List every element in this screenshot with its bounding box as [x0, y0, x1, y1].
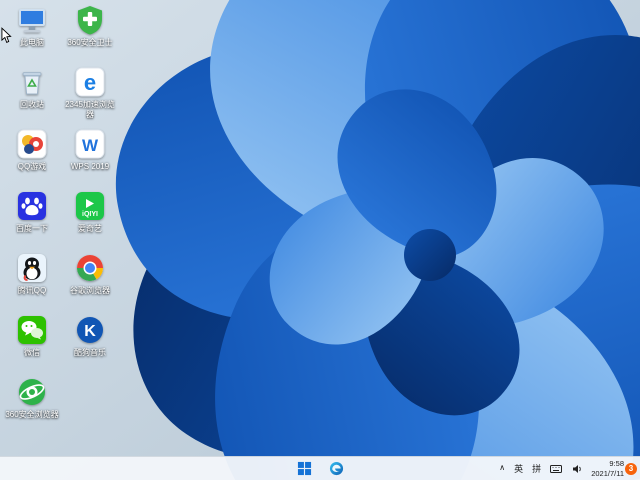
system-tray: ∧ 英 拼 9:58 2021/7/11	[498, 457, 624, 480]
desktop[interactable]: 此电脑 回收站 QQ游戏 百度一下 腾讯QQ 微信 360安全浏览器 360安全…	[0, 0, 640, 480]
desktop-icon-iqiyi[interactable]: iQIYI 爱奇艺	[62, 190, 118, 252]
desktop-icon-360-browser[interactable]: 360安全浏览器	[4, 376, 60, 438]
taskbar-center	[293, 457, 347, 480]
chrome-icon	[74, 252, 106, 284]
svg-text:K: K	[84, 323, 96, 340]
desktop-icon-2345-browser[interactable]: e 2345加速浏览器	[62, 66, 118, 128]
icon-label: 此电脑	[20, 38, 44, 47]
icon-label: 谷歌浏览器	[70, 286, 110, 295]
taskbar-clock[interactable]: 9:58 2021/7/11	[591, 459, 624, 479]
desktop-icon-wechat[interactable]: 微信	[4, 314, 60, 376]
icon-label: 腾讯QQ	[17, 286, 47, 295]
svg-text:W: W	[82, 136, 99, 155]
icon-label: QQ游戏	[17, 162, 47, 171]
svg-text:e: e	[84, 70, 96, 95]
desktop-icon-qq-games[interactable]: QQ游戏	[4, 128, 60, 190]
mouse-cursor	[1, 27, 12, 43]
edge-browser-button[interactable]	[325, 459, 347, 478]
keyboard-icon	[550, 464, 563, 473]
qq-games-icon	[16, 128, 48, 160]
icon-label: 百度一下	[16, 224, 48, 233]
2345-browser-icon: e	[74, 66, 106, 98]
clock-time: 9:58	[609, 458, 624, 468]
icon-label: 360安全卫士	[67, 38, 113, 47]
tencent-qq-icon	[16, 252, 48, 284]
desktop-icon-grid: 此电脑 回收站 QQ游戏 百度一下 腾讯QQ 微信 360安全浏览器 360安全…	[4, 4, 118, 438]
volume-button[interactable]	[570, 459, 584, 478]
speaker-icon	[573, 464, 581, 473]
kugou-icon: K	[74, 314, 106, 346]
desktop-icon-360-safe[interactable]: 360安全卫士	[62, 4, 118, 66]
desktop-icon-recycle-bin[interactable]: 回收站	[4, 66, 60, 128]
start-button[interactable]	[293, 459, 315, 478]
icon-label: 爱奇艺	[78, 224, 102, 233]
recycle-bin-icon	[16, 66, 48, 98]
desktop-icon-baidu[interactable]: 百度一下	[4, 190, 60, 252]
ime-mode-indicator[interactable]: 拼	[531, 459, 542, 478]
svg-text:iQIYI: iQIYI	[82, 211, 98, 218]
icon-label: 微信	[24, 348, 40, 357]
this-pc-icon	[16, 4, 48, 36]
windows-start-icon	[297, 461, 311, 476]
desktop-icon-kugou[interactable]: K 酷狗音乐	[62, 314, 118, 376]
360-browser-icon	[16, 376, 48, 408]
desktop-icon-wps[interactable]: W WPS 2019	[62, 128, 118, 190]
icon-label: 360安全浏览器	[5, 410, 59, 419]
desktop-icon-chrome[interactable]: 谷歌浏览器	[62, 252, 118, 314]
wps-icon: W	[74, 128, 106, 160]
edge-icon	[329, 461, 343, 476]
baidu-icon	[16, 190, 48, 222]
iqiyi-icon: iQIYI	[74, 190, 106, 222]
touch-keyboard-button[interactable]	[549, 459, 563, 478]
desktop-icon-tencent-qq[interactable]: 腾讯QQ	[4, 252, 60, 314]
ime-language-indicator[interactable]: 英	[513, 459, 524, 478]
icon-label: WPS 2019	[70, 162, 110, 171]
360-safe-icon	[74, 4, 106, 36]
icon-label: 酷狗音乐	[74, 348, 106, 357]
notification-badge[interactable]: 3	[625, 462, 637, 475]
desktop-icon-this-pc[interactable]: 此电脑	[4, 4, 60, 66]
tray-overflow-chevron[interactable]: ∧	[498, 458, 506, 477]
clock-date: 2021/7/11	[591, 468, 624, 478]
taskbar: ∧ 英 拼 9:58 2021/7/11 3	[0, 456, 640, 480]
icon-label: 回收站	[20, 100, 44, 109]
icon-label: 2345加速浏览器	[65, 100, 115, 119]
wechat-icon	[16, 314, 48, 346]
